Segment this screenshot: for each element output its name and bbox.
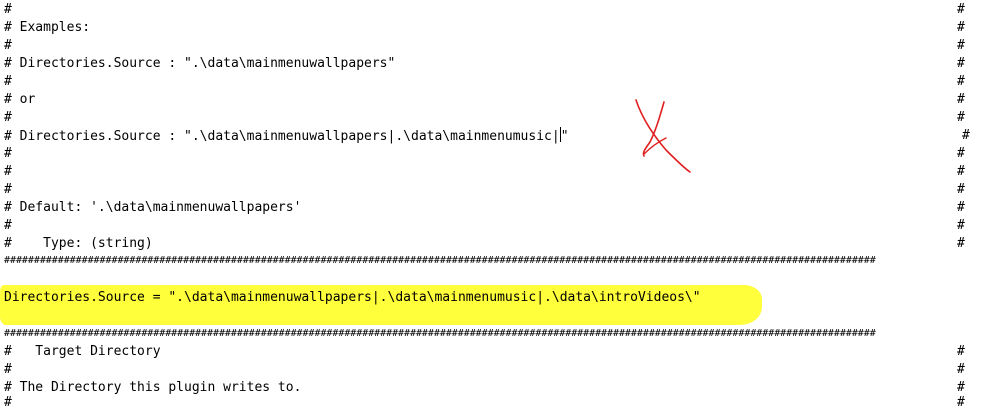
comment-line-example-1: # Directories.Source : ".\data\mainmenuw…: [4, 56, 396, 71]
comment-line-example-2: # Directories.Source : ".\data\mainmenuw…: [4, 127, 569, 145]
comment-border-right: #: [957, 200, 965, 215]
comment-line-directory-desc: # The Directory this plugin writes to.: [4, 380, 302, 395]
hash-banner-line: ########################################…: [4, 255, 876, 266]
comment-border-right: #: [957, 344, 965, 359]
hash-banner-line: ########################################…: [4, 328, 876, 339]
setting-line-directories-source: Directories.Source = ".\data\mainmenuwal…: [4, 290, 701, 305]
comment-line: #: [4, 218, 12, 233]
comment-border-right: #: [957, 38, 965, 53]
comment-border-right: #: [957, 2, 965, 17]
comment-border-right: #: [957, 146, 965, 161]
comment-border-right: #: [957, 92, 965, 107]
comment-line: #: [4, 395, 12, 410]
comment-border-right: #: [957, 164, 965, 179]
example-2-closing-quote: ": [560, 129, 569, 144]
comment-line: #: [4, 362, 12, 377]
example-2-text: # Directories.Source : ".\data\mainmenuw…: [4, 129, 560, 144]
comment-border-right: #: [957, 395, 965, 410]
comment-border-right: #: [957, 56, 965, 71]
comment-line: #: [4, 146, 12, 161]
comment-border-right: #: [957, 110, 965, 125]
comment-border-right: #: [957, 20, 965, 35]
comment-line: #: [4, 2, 12, 17]
comment-line-target-directory: # Target Directory: [4, 344, 161, 359]
comment-border-right: #: [957, 236, 965, 251]
comment-line: #: [4, 164, 12, 179]
red-x-mark-icon: [635, 99, 691, 173]
comment-border-right: #: [957, 74, 965, 89]
comment-border-right: #: [962, 128, 970, 143]
comment-line-examples: # Examples:: [4, 20, 91, 35]
comment-line: #: [4, 38, 12, 53]
comment-line: #: [4, 182, 12, 197]
comment-border-right: #: [957, 182, 965, 197]
comment-border-right: #: [957, 218, 965, 233]
text-editor[interactable]: # # # Examples: # # # # Directories.Sour…: [0, 0, 996, 410]
comment-line: #: [4, 110, 12, 125]
comment-line: #: [4, 74, 12, 89]
comment-border-right: #: [957, 362, 965, 377]
comment-line-or: # or: [4, 92, 36, 107]
comment-line-default: # Default: '.\data\mainmenuwallpapers': [4, 200, 302, 215]
comment-line-type: # Type: (string): [4, 236, 153, 251]
